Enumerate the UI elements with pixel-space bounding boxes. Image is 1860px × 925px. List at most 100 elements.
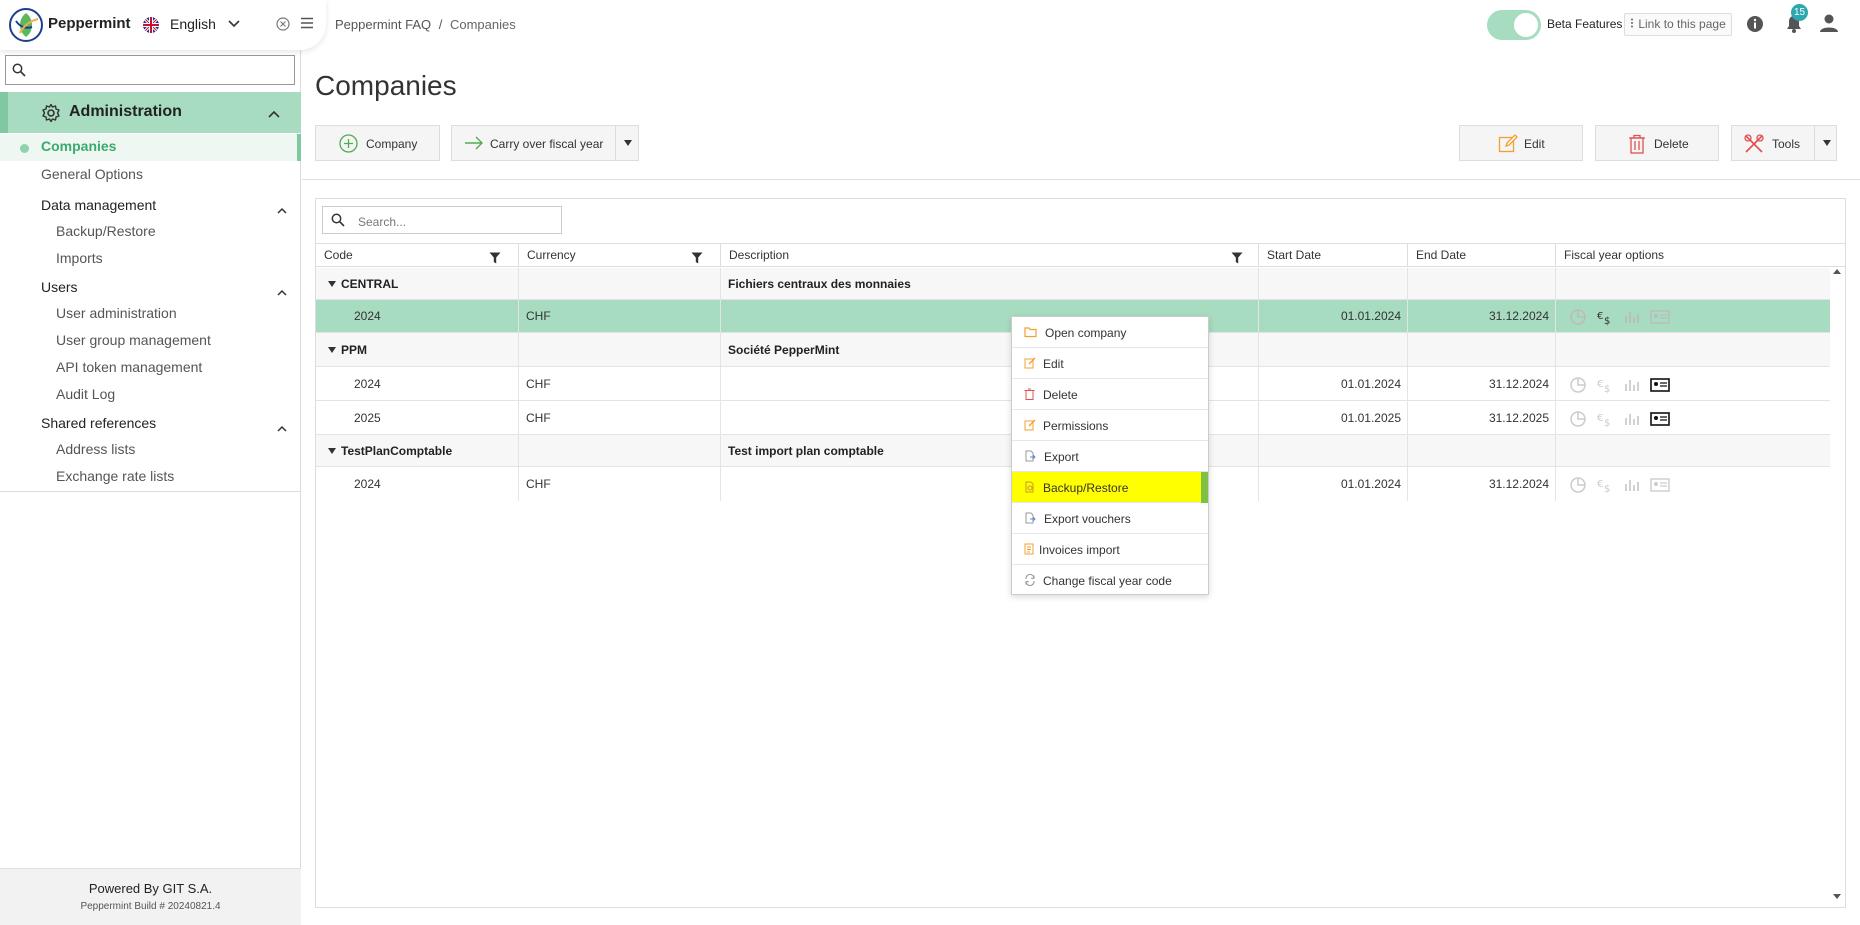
code-cell: 2024 [316, 467, 519, 501]
code-cell: 2024 [316, 300, 519, 332]
pie-chart-icon[interactable] [1569, 376, 1587, 397]
page-title: Companies [315, 70, 457, 101]
sidebar-item-api-token-management[interactable]: API token management [56, 359, 202, 375]
currency-exchange-icon[interactable]: € $ [1596, 410, 1614, 431]
column-header-currency[interactable]: Currency [519, 244, 721, 266]
edit-icon [1498, 134, 1518, 157]
sidebar-item-address-lists[interactable]: Address lists [56, 441, 135, 457]
bar-chart-icon[interactable] [1623, 308, 1641, 329]
menu-item-export-vouchers[interactable]: Export vouchers [1012, 503, 1208, 534]
sidebar-item-user-group-management[interactable]: User group management [56, 332, 211, 348]
start-date-value: 01.01.2024 [1340, 376, 1401, 391]
sidebar: Administration Companies General Options… [0, 0, 301, 925]
sidebar-item-user-administration[interactable]: User administration [56, 305, 177, 321]
column-header-description[interactable]: Description [721, 244, 1259, 266]
id-card-icon[interactable] [1650, 477, 1670, 496]
column-header-fiscal-year-options[interactable]: Fiscal year options [1556, 244, 1830, 266]
group-code: TestPlanComptable [341, 443, 453, 458]
sidebar-item-companies[interactable]: Companies [41, 138, 116, 154]
scroll-up-arrow[interactable] [1833, 269, 1841, 274]
bar-chart-icon[interactable] [1623, 476, 1641, 497]
sidebar-item-exchange-rate-lists[interactable]: Exchange rate lists [56, 468, 174, 484]
currency-exchange-icon[interactable]: € $ [1596, 376, 1614, 397]
expand-caret-icon[interactable] [328, 280, 336, 287]
start-date-cell: 01.01.2025 [1259, 401, 1408, 434]
menu-item-export[interactable]: Export [1012, 441, 1208, 472]
column-header-end-date[interactable]: End Date [1408, 244, 1556, 266]
language-select[interactable]: English [170, 16, 216, 32]
sidebar-item-backup-restore[interactable]: Backup/Restore [56, 223, 156, 239]
tools-button[interactable]: Tools [1731, 125, 1837, 161]
group-description: Test import plan comptable [728, 443, 884, 458]
pie-chart-icon[interactable] [1569, 308, 1587, 329]
sidebar-item-audit-log[interactable]: Audit Log [56, 386, 115, 402]
breadcrumb-root[interactable]: Peppermint FAQ [335, 17, 431, 32]
pie-chart-icon[interactable] [1569, 476, 1587, 497]
currency-exchange-icon[interactable]: € $ [1596, 476, 1614, 497]
beta-features-toggle[interactable] [1487, 10, 1541, 40]
link-to-page-button[interactable]: Link to this page [1624, 13, 1732, 36]
add-company-button[interactable]: Company [315, 125, 440, 161]
caret-down-icon[interactable] [624, 140, 632, 146]
pie-chart-icon[interactable] [1569, 410, 1587, 431]
beta-features-label: Beta Features [1547, 17, 1623, 31]
fiscal-year-code: 2024 [354, 309, 381, 323]
menu-icon[interactable] [300, 17, 314, 32]
chevron-up-icon[interactable] [277, 202, 287, 217]
carry-over-fiscal-year-button[interactable]: Carry over fiscal year [451, 125, 639, 161]
refresh-icon [1024, 573, 1036, 589]
sidebar-item-general-options[interactable]: General Options [41, 166, 143, 182]
expand-caret-icon[interactable] [328, 346, 336, 353]
scroll-down-arrow[interactable] [1833, 894, 1841, 899]
menu-item-edit[interactable]: Edit [1012, 348, 1208, 379]
currency-cell [519, 435, 721, 466]
grid-search-input[interactable]: Search... [322, 206, 562, 234]
active-bar [297, 134, 301, 161]
column-header-code[interactable]: Code [316, 244, 519, 266]
fiscal-year-code: 2024 [354, 376, 381, 391]
row-context-menu: Open company Edit Delete Permissions Exp… [1011, 316, 1209, 595]
user-avatar-icon[interactable] [1819, 13, 1839, 36]
menu-item-permissions[interactable]: Permissions [1012, 410, 1208, 441]
column-code-label: Code [324, 248, 353, 262]
id-card-icon[interactable] [1650, 309, 1670, 328]
bar-chart-icon[interactable] [1623, 410, 1641, 431]
administration-section-header[interactable]: Administration [0, 92, 301, 133]
caret-down-icon[interactable] [1823, 140, 1831, 146]
menu-item-backup-restore[interactable]: Backup/Restore [1012, 472, 1208, 503]
menu-item-open-company[interactable]: Open company [1012, 317, 1208, 348]
start-date-cell: 01.01.2024 [1259, 467, 1408, 501]
trash-icon [1024, 388, 1035, 403]
sidebar-group-data-management[interactable]: Data management [41, 197, 156, 213]
menu-item-change-fiscal-year-code[interactable]: Change fiscal year code [1012, 565, 1208, 596]
end-date-value: 31.12.2024 [1488, 477, 1549, 491]
chevron-up-icon[interactable] [268, 106, 280, 121]
sidebar-group-users[interactable]: Users [41, 279, 78, 295]
id-card-icon[interactable] [1650, 377, 1670, 396]
chevron-up-icon[interactable] [277, 284, 287, 299]
info-icon[interactable] [1746, 15, 1764, 36]
currency-exchange-icon[interactable]: € $ [1596, 308, 1614, 329]
group-row[interactable]: CENTRAL Fichiers centraux des monnaies [316, 268, 1830, 300]
start-date-cell [1259, 268, 1408, 299]
column-header-start-date[interactable]: Start Date [1259, 244, 1408, 266]
sidebar-group-shared-references[interactable]: Shared references [41, 415, 156, 431]
currency-cell: CHF [519, 467, 721, 501]
id-card-icon[interactable] [1650, 411, 1670, 430]
menu-item-invoices-import[interactable]: Invoices import [1012, 534, 1208, 565]
chevron-up-icon[interactable] [277, 420, 287, 435]
chevron-down-icon[interactable] [228, 16, 240, 31]
sidebar-search-input[interactable] [5, 55, 295, 85]
bar-chart-icon[interactable] [1623, 376, 1641, 397]
delete-button[interactable]: Delete [1595, 125, 1719, 161]
expand-caret-icon[interactable] [328, 447, 336, 454]
column-end-date-label: End Date [1416, 248, 1467, 262]
close-circle-icon[interactable] [276, 17, 290, 34]
uk-flag-icon [143, 17, 159, 33]
edit-button[interactable]: Edit [1459, 125, 1583, 161]
menu-item-delete[interactable]: Delete [1012, 379, 1208, 410]
peppermint-logo-icon[interactable] [8, 7, 44, 43]
sidebar-item-imports[interactable]: Imports [56, 250, 103, 266]
fiscal-options-icons: € $ [1569, 410, 1670, 431]
currency-cell: CHF [519, 367, 721, 400]
